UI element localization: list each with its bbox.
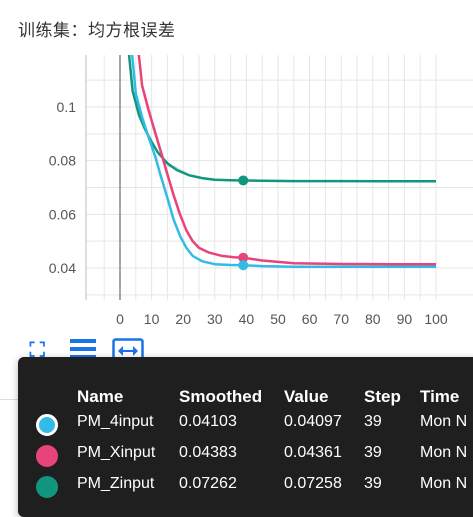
series-line [137,55,436,266]
row-time: Mon N [420,475,468,492]
header-smoothed: Smoothed [179,387,263,406]
tooltip-row: PM_Xinput 0.04383 0.04361 39 Mon N [18,444,473,470]
row-step: 39 [364,444,382,461]
x-tick-label: 70 [333,311,349,327]
divider [0,399,18,400]
series-swatch-icon [36,445,58,467]
series-line [127,55,436,183]
y-tick-label: 0.08 [49,153,76,169]
chart-series [127,55,436,268]
row-step: 39 [364,475,382,492]
x-tick-label: 50 [270,311,286,327]
row-name: PM_Xinput [77,444,156,461]
row-step: 39 [364,413,382,430]
y-tick-label: 0.04 [49,260,76,276]
series-raw-line [128,55,436,183]
row-time: Mon N [420,444,468,461]
series-swatch-icon [36,414,58,436]
header-step: Step [364,387,401,406]
series-point [238,175,249,186]
y-tick-label: 0.1 [57,99,77,115]
x-tick-label: 60 [302,311,318,327]
x-tick-label: 20 [175,311,191,327]
row-smoothed: 0.07262 [179,475,237,492]
x-tick-label: 40 [239,311,255,327]
x-tick-label: 30 [207,311,223,327]
row-value: 0.04361 [284,444,342,461]
x-tick-label: 0 [116,311,124,327]
chart-axes [85,55,121,300]
row-smoothed: 0.04383 [179,444,237,461]
row-value: 0.04097 [284,413,342,430]
y-tick-label: 0.06 [49,206,76,222]
row-smoothed: 0.04103 [179,413,237,430]
row-name: PM_4input [77,413,154,430]
tooltip-row: PM_4input 0.04103 0.04097 39 Mon N [18,413,473,439]
row-time: Mon N [420,413,468,430]
header-name: Name [77,387,124,406]
row-name: PM_Zinput [77,475,155,492]
x-tick-label: 90 [397,311,413,327]
x-tick-label: 100 [424,311,448,327]
series-point [238,260,249,271]
tooltip-row: PM_Zinput 0.07262 0.07258 39 Mon N [18,475,473,501]
header-time: Time [420,387,460,406]
chart-tick-labels: 0.04 0.06 0.08 0.1 0 10 20 30 40 50 60 70 80 90 100 [49,99,448,327]
row-value: 0.07258 [284,475,342,492]
series-swatch-icon [36,476,58,498]
header-value: Value [284,387,329,406]
tooltip-header: Name Smoothed Value Step Time [18,387,473,409]
data-tooltip: Name Smoothed Value Step Time PM_4input … [18,357,473,517]
x-tick-label: 10 [144,311,160,327]
x-tick-label: 80 [365,311,381,327]
series-raw-line [131,55,436,268]
series-raw-line [137,55,436,266]
chart-plot[interactable]: 0.04 0.06 0.08 0.1 0 10 20 30 40 50 60 70 80 90 100 [0,0,473,340]
series-line [130,55,436,268]
